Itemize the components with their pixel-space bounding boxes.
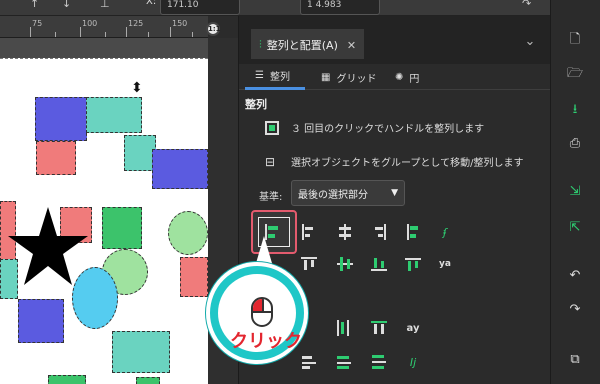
align-text-baseline-button[interactable]: ʄ — [435, 222, 455, 242]
distribute-left-button[interactable] — [335, 318, 355, 338]
undo-curve-icon[interactable]: ↷ — [522, 0, 531, 10]
align-center-button[interactable] — [335, 222, 355, 242]
ruler-label: 75 — [32, 19, 43, 28]
y-coord-field[interactable]: 1 4.983 — [300, 0, 380, 15]
ruler-label: 150 — [172, 19, 188, 28]
align-bottom-button[interactable] — [369, 254, 389, 274]
section-title: 整列 — [245, 98, 267, 111]
document-page[interactable] — [0, 58, 208, 384]
app-window: ↑ ↓ ⊥ X: 171.10 1 4.983 ↷ < 75 100 125 1… — [0, 0, 600, 384]
tab-label: 円 — [409, 73, 420, 85]
canvas-shape[interactable] — [35, 97, 87, 141]
group-move-icon[interactable]: ⊟ — [265, 155, 279, 169]
print-icon[interactable]: ⎙ — [565, 134, 585, 154]
subtab-bar: ☰ 整列 ▦ グリッド ✺ 円 — [239, 64, 551, 90]
canvas-shape[interactable] — [48, 375, 86, 384]
align-right-edge-button[interactable] — [403, 222, 423, 242]
new-document-icon[interactable]: 🗋 — [565, 30, 585, 50]
lower-icon[interactable]: ↓ — [62, 0, 71, 10]
redo-icon[interactable]: ↷ — [565, 300, 585, 320]
arrow-up-icon[interactable]: ↑ — [30, 0, 39, 10]
command-sidebar: 🗋 🗁 ⭳ ⎙ ⇲ ⇱ ↶ ↷ ⧉ — [550, 0, 600, 384]
distribute-top-button[interactable] — [369, 318, 389, 338]
distribute-right-button[interactable] — [335, 352, 355, 372]
relative-to-select[interactable]: 最後の選択部分 ▼ — [291, 180, 405, 206]
open-folder-icon[interactable]: 🗁 — [565, 64, 585, 84]
tab-title: 整列と配置(A) — [266, 39, 338, 52]
chevron-down-icon[interactable]: ⌄ — [517, 30, 543, 54]
ya-glyph: ya — [439, 259, 451, 269]
handle-toggle-icon[interactable] — [265, 120, 279, 135]
canvas-shape[interactable] — [102, 207, 142, 249]
callout-text: クリック — [230, 331, 302, 352]
horizontal-ruler: 75 100 125 150 — [0, 16, 208, 38]
align-distribute-icon: ⫶ — [259, 38, 262, 51]
canvas-shape[interactable] — [180, 257, 208, 297]
close-icon[interactable]: ✕ — [347, 39, 356, 52]
tab-label: グリッド — [336, 73, 377, 85]
canvas-shape[interactable] — [168, 211, 208, 255]
copy-icon[interactable]: ⧉ — [565, 350, 585, 370]
canvas-shape[interactable] — [86, 97, 142, 133]
tab-label: 整列 — [269, 72, 290, 83]
zoom-1to1-icon[interactable]: 1:1 — [206, 22, 221, 36]
resize-handle-icon[interactable]: ⬍ — [131, 80, 143, 96]
dock-header: ⫶ 整列と配置(A) ✕ ⌄ — [239, 16, 551, 64]
ruler-label: 100 — [82, 19, 98, 28]
option-label: ３ 回目のクリックでハンドルを整列します — [291, 124, 485, 135]
option-label: 選択オブジェクトをグループとして移動/整列します — [291, 158, 524, 169]
distribute-baseline-button[interactable]: Ij — [403, 352, 423, 372]
caret-down-icon: ▼ — [391, 188, 398, 198]
canvas-shape[interactable] — [18, 299, 64, 343]
undo-icon[interactable]: ↶ — [565, 266, 585, 286]
flip-icon[interactable]: ⊥ — [100, 0, 110, 10]
circle-dots-icon: ✺ — [395, 71, 404, 83]
align-baseline-vertical-button[interactable]: ya — [435, 254, 455, 274]
distribute-vcenter-button[interactable] — [369, 352, 389, 372]
align-bottom-edge-button[interactable] — [403, 254, 423, 274]
distribute-hcenter-button[interactable] — [299, 352, 319, 372]
canvas-shape[interactable] — [36, 141, 76, 175]
tab-circle[interactable]: ✺ 円 — [395, 64, 419, 90]
save-icon[interactable]: ⭳ — [565, 100, 585, 120]
ay-glyph: ay — [406, 322, 420, 334]
star-shape[interactable] — [8, 207, 88, 285]
option-handle-align[interactable]: ３ 回目のクリックでハンドルを整列します — [265, 120, 484, 135]
x-coord-label: X: — [146, 0, 157, 7]
canvas-shape[interactable] — [136, 377, 160, 384]
align-right-button[interactable] — [369, 222, 389, 242]
canvas-shape[interactable] — [112, 331, 170, 373]
option-group-move[interactable]: ⊟ 選択オブジェクトをグループとして移動/整列します — [265, 154, 524, 170]
import-icon[interactable]: ⇲ — [565, 182, 585, 202]
tab-align-distribute[interactable]: ⫶ 整列と配置(A) ✕ — [251, 29, 365, 59]
align-vcenter-button[interactable] — [335, 254, 355, 274]
export-icon[interactable]: ⇱ — [565, 218, 585, 238]
distribute-text-button[interactable]: ay — [403, 318, 423, 338]
ruler-label: 125 — [128, 19, 144, 28]
mouse-left-click-icon — [251, 297, 273, 327]
align-left-button[interactable] — [299, 222, 319, 242]
top-toolbar: ↑ ↓ ⊥ X: 171.10 1 4.983 ↷ — [0, 0, 600, 16]
baseline-glyph: ʄ — [443, 225, 447, 239]
relative-to-label: 基準: — [259, 192, 283, 203]
tab-grid[interactable]: ▦ グリッド — [321, 64, 376, 90]
align-icon: ☰ — [255, 70, 264, 81]
tab-align[interactable]: ☰ 整列 — [245, 64, 305, 90]
canvas-shape[interactable] — [152, 149, 208, 189]
baseline-glyph: Ij — [409, 355, 417, 369]
x-coord-field[interactable]: 171.10 — [160, 0, 240, 15]
grid-icon: ▦ — [321, 71, 331, 83]
relative-to-value: 最後の選択部分 — [298, 189, 368, 201]
align-top-button[interactable] — [299, 254, 319, 274]
